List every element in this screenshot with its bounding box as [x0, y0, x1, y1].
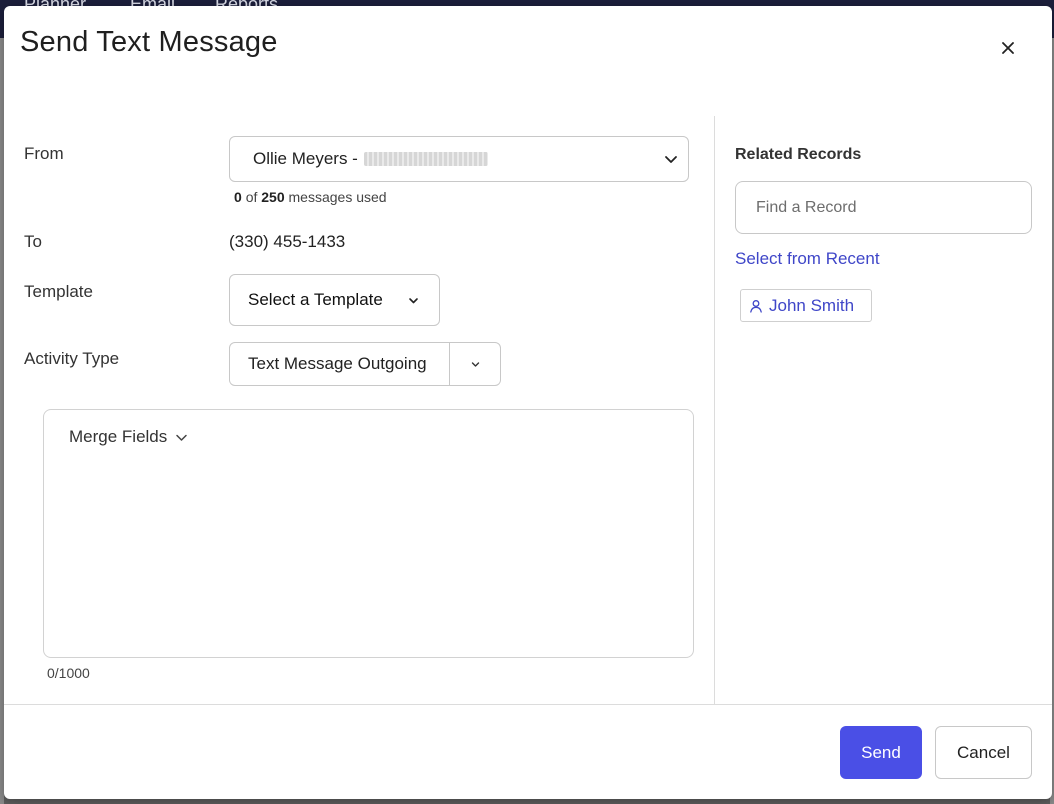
- find-record-input[interactable]: [735, 181, 1032, 234]
- send-button[interactable]: Send: [840, 726, 922, 779]
- to-label: To: [24, 232, 42, 251]
- chevron-down-icon: [665, 156, 677, 163]
- chevron-down-icon: [176, 434, 188, 441]
- select-from-recent-link[interactable]: Select from Recent: [735, 249, 880, 269]
- activity-toggle[interactable]: [450, 342, 500, 386]
- usage-suffix: messages used: [288, 189, 387, 205]
- activity-type-select[interactable]: Text Message Outgoing: [229, 342, 501, 386]
- usage-total: 250: [261, 189, 285, 205]
- close-button[interactable]: [994, 34, 1022, 62]
- related-records-title: Related Records: [735, 146, 862, 163]
- cancel-button[interactable]: Cancel: [935, 726, 1032, 779]
- column-divider: [714, 116, 715, 704]
- chevron-down-icon: [409, 298, 418, 304]
- from-select[interactable]: Ollie Meyers -: [229, 136, 689, 182]
- record-name: John Smith: [769, 295, 855, 315]
- from-label: From: [24, 144, 64, 163]
- merge-fields-label: Merge Fields: [69, 427, 168, 446]
- related-record-chip[interactable]: John Smith: [740, 289, 872, 322]
- usage-used: 0: [234, 189, 242, 205]
- message-usage: 0 of 250 messages used: [234, 189, 387, 205]
- modal-title: Send Text Message: [20, 26, 278, 58]
- activity-type-label: Activity Type: [24, 349, 120, 368]
- template-label: Template: [24, 282, 93, 301]
- character-count: 0/1000: [47, 665, 90, 681]
- send-text-modal: Send Text Message From Ollie Meyers - 0 …: [4, 6, 1052, 799]
- footer-divider: [4, 704, 1052, 705]
- person-icon: [750, 299, 762, 313]
- usage-of: of: [245, 189, 258, 205]
- merge-fields-dropdown[interactable]: Merge Fields: [69, 427, 188, 447]
- template-button-label: Select a Template: [248, 290, 383, 309]
- chevron-down-icon: [471, 361, 479, 367]
- activity-type-value: Text Message Outgoing: [248, 354, 427, 373]
- message-textarea[interactable]: Merge Fields: [43, 409, 694, 658]
- from-value: Ollie Meyers -: [253, 149, 358, 168]
- close-icon: [1002, 42, 1014, 54]
- template-dropdown-button[interactable]: Select a Template: [229, 274, 440, 326]
- redacted-phone: [363, 152, 488, 166]
- to-phone: (330) 455-1433: [229, 232, 346, 251]
